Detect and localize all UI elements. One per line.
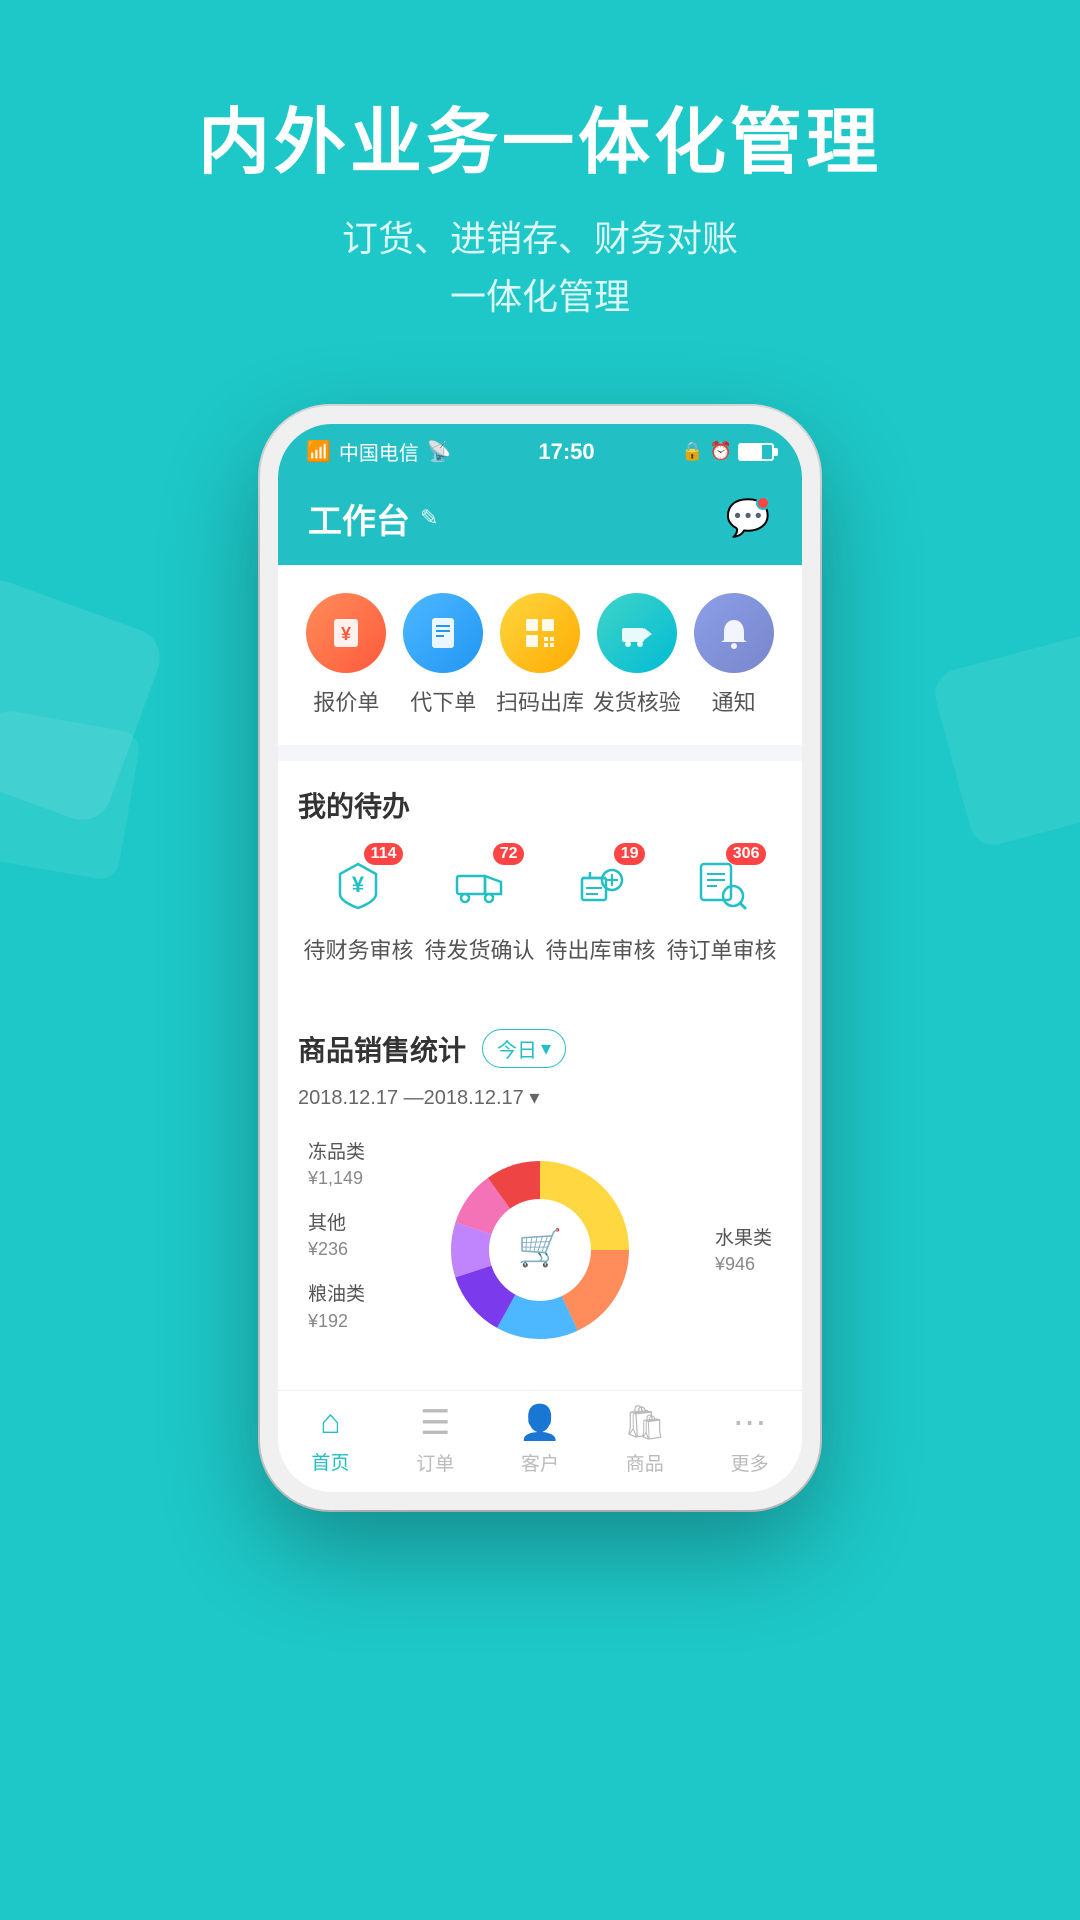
action-order[interactable]: 代下单 [395, 593, 492, 717]
status-time: 17:50 [538, 439, 594, 465]
chat-button[interactable]: 💬 [724, 494, 772, 542]
app-title: 工作台 [308, 494, 410, 543]
tasks-title: 我的待办 [298, 785, 782, 825]
header-section: 内外业务一体化管理 订货、进销存、财务对账 一体化管理 [0, 0, 1080, 386]
orders-label: 订单 [416, 1449, 454, 1476]
task-finance[interactable]: ¥ 114 待财务审核 [303, 849, 413, 965]
delivery-label: 待发货确认 [424, 933, 534, 965]
status-right: 🔒 ⏰ [681, 441, 774, 462]
finance-label: 待财务审核 [303, 933, 413, 965]
status-bar: 📶 中国电信 📡 17:50 🔒 ⏰ [278, 424, 802, 476]
main-subtitle: 订货、进销存、财务对账 一体化管理 [0, 210, 1080, 325]
action-quotation[interactable]: ¥ 报价单 [298, 593, 395, 717]
main-title: 内外业务一体化管理 [0, 100, 1080, 186]
nav-customers[interactable]: 👤 客户 [488, 1403, 593, 1476]
stats-header: 商品销售统计 今日 ▾ 2018.12.17 —2018.12.17 ▾ [298, 1029, 782, 1110]
donut-chart-area: 冻品类¥1,149 其他¥236 粮油类¥192 [298, 1130, 782, 1370]
order-label: 代下单 [410, 685, 476, 717]
action-notify[interactable]: 通知 [685, 593, 782, 717]
home-label: 首页 [311, 1448, 349, 1475]
scan-icon [500, 593, 580, 673]
scan-label: 扫码出库 [496, 685, 584, 717]
customers-icon: 👤 [519, 1403, 561, 1443]
task-order-review[interactable]: 306 待订单审核 [666, 849, 776, 965]
nav-products[interactable]: 🛍 商品 [592, 1403, 697, 1476]
notify-label: 通知 [712, 685, 756, 717]
grain-label: 粮油类¥192 [308, 1282, 365, 1335]
phone-mockup: 📶 中国电信 📡 17:50 🔒 ⏰ 工作台 ✎ [0, 406, 1080, 1510]
phone-inner: 📶 中国电信 📡 17:50 🔒 ⏰ 工作台 ✎ [278, 424, 802, 1492]
nav-more[interactable]: ⋯ 更多 [697, 1403, 802, 1476]
order-review-label: 待订单审核 [666, 933, 776, 965]
svg-text:¥: ¥ [352, 872, 365, 897]
task-finance-wrap: ¥ 114 [323, 849, 393, 919]
frozen-label: 冻品类¥1,149 [308, 1140, 365, 1193]
alarm-icon: ⏰ [710, 441, 732, 462]
signal-icon: 📶 [306, 439, 331, 464]
quick-actions-section: ¥ 报价单 代下单 [278, 565, 802, 745]
more-icon: ⋯ [733, 1403, 767, 1443]
my-tasks-section: 我的待办 ¥ 114 待财务审核 [278, 761, 802, 989]
divider-1 [278, 745, 802, 761]
finance-badge: 114 [364, 843, 404, 865]
task-order-review-wrap: 306 [686, 849, 756, 919]
products-label: 商品 [626, 1449, 664, 1476]
order-icon [403, 593, 483, 673]
ship-label: 发货核验 [593, 685, 681, 717]
bottom-nav: ⌂ 首页 ☰ 订单 👤 客户 🛍 商品 ⋯ 更多 [278, 1390, 802, 1492]
ship-icon [597, 593, 677, 673]
nav-home[interactable]: ⌂ 首页 [278, 1403, 383, 1476]
carrier-name: 中国电信 [339, 437, 419, 466]
sales-stats-section: 商品销售统计 今日 ▾ 2018.12.17 —2018.12.17 ▾ [278, 1005, 802, 1390]
date-range-text: 2018.12.17 —2018.12.17 ▾ [298, 1085, 539, 1110]
warehouse-label: 待出库审核 [545, 933, 655, 965]
chart-labels-left: 冻品类¥1,149 其他¥236 粮油类¥192 [308, 1140, 365, 1336]
action-ship[interactable]: 发货核验 [588, 593, 685, 717]
stats-title: 商品销售统计 [298, 1029, 466, 1069]
customers-label: 客户 [521, 1449, 559, 1476]
task-delivery[interactable]: 72 待发货确认 [424, 849, 534, 965]
battery-icon [738, 443, 774, 461]
notification-dot [756, 496, 770, 510]
wifi-icon: 📡 [427, 439, 452, 464]
task-delivery-wrap: 72 [444, 849, 514, 919]
action-scan[interactable]: 扫码出库 [492, 593, 589, 717]
notify-icon [694, 593, 774, 673]
fruit-label: 水果类¥946 [715, 1226, 772, 1279]
app-header: 工作台 ✎ 💬 [278, 476, 802, 565]
chevron-down-icon: ▾ [541, 1036, 551, 1061]
nav-orders[interactable]: ☰ 订单 [383, 1403, 488, 1476]
task-warehouse-wrap: 19 [565, 849, 635, 919]
task-warehouse[interactable]: 19 待出库审核 [545, 849, 655, 965]
svg-text:¥: ¥ [341, 624, 351, 644]
more-label: 更多 [731, 1449, 769, 1476]
app-title-area: 工作台 ✎ [308, 494, 438, 543]
phone-outer: 📶 中国电信 📡 17:50 🔒 ⏰ 工作台 ✎ [260, 406, 820, 1510]
other-label: 其他¥236 [308, 1211, 365, 1264]
date-filter-button[interactable]: 今日 ▾ [482, 1029, 566, 1068]
status-left: 📶 中国电信 📡 [306, 437, 452, 466]
chevron-down-icon-2: ▾ [529, 1087, 539, 1109]
delivery-badge: 72 [493, 843, 525, 865]
products-icon: 🛍 [623, 1403, 666, 1443]
quotation-icon: ¥ [306, 593, 386, 673]
quotation-label: 报价单 [313, 685, 379, 717]
tasks-grid: ¥ 114 待财务审核 [298, 849, 782, 965]
home-icon: ⌂ [320, 1403, 341, 1442]
chart-labels-right: 水果类¥946 [715, 1226, 772, 1279]
lock-icon: 🔒 [681, 441, 703, 462]
warehouse-badge: 19 [614, 843, 646, 865]
donut-svg: 🛒 [440, 1150, 640, 1350]
edit-icon[interactable]: ✎ [420, 505, 438, 531]
svg-text:🛒: 🛒 [518, 1227, 563, 1268]
order-review-badge: 306 [726, 843, 767, 865]
orders-icon: ☰ [420, 1403, 450, 1443]
